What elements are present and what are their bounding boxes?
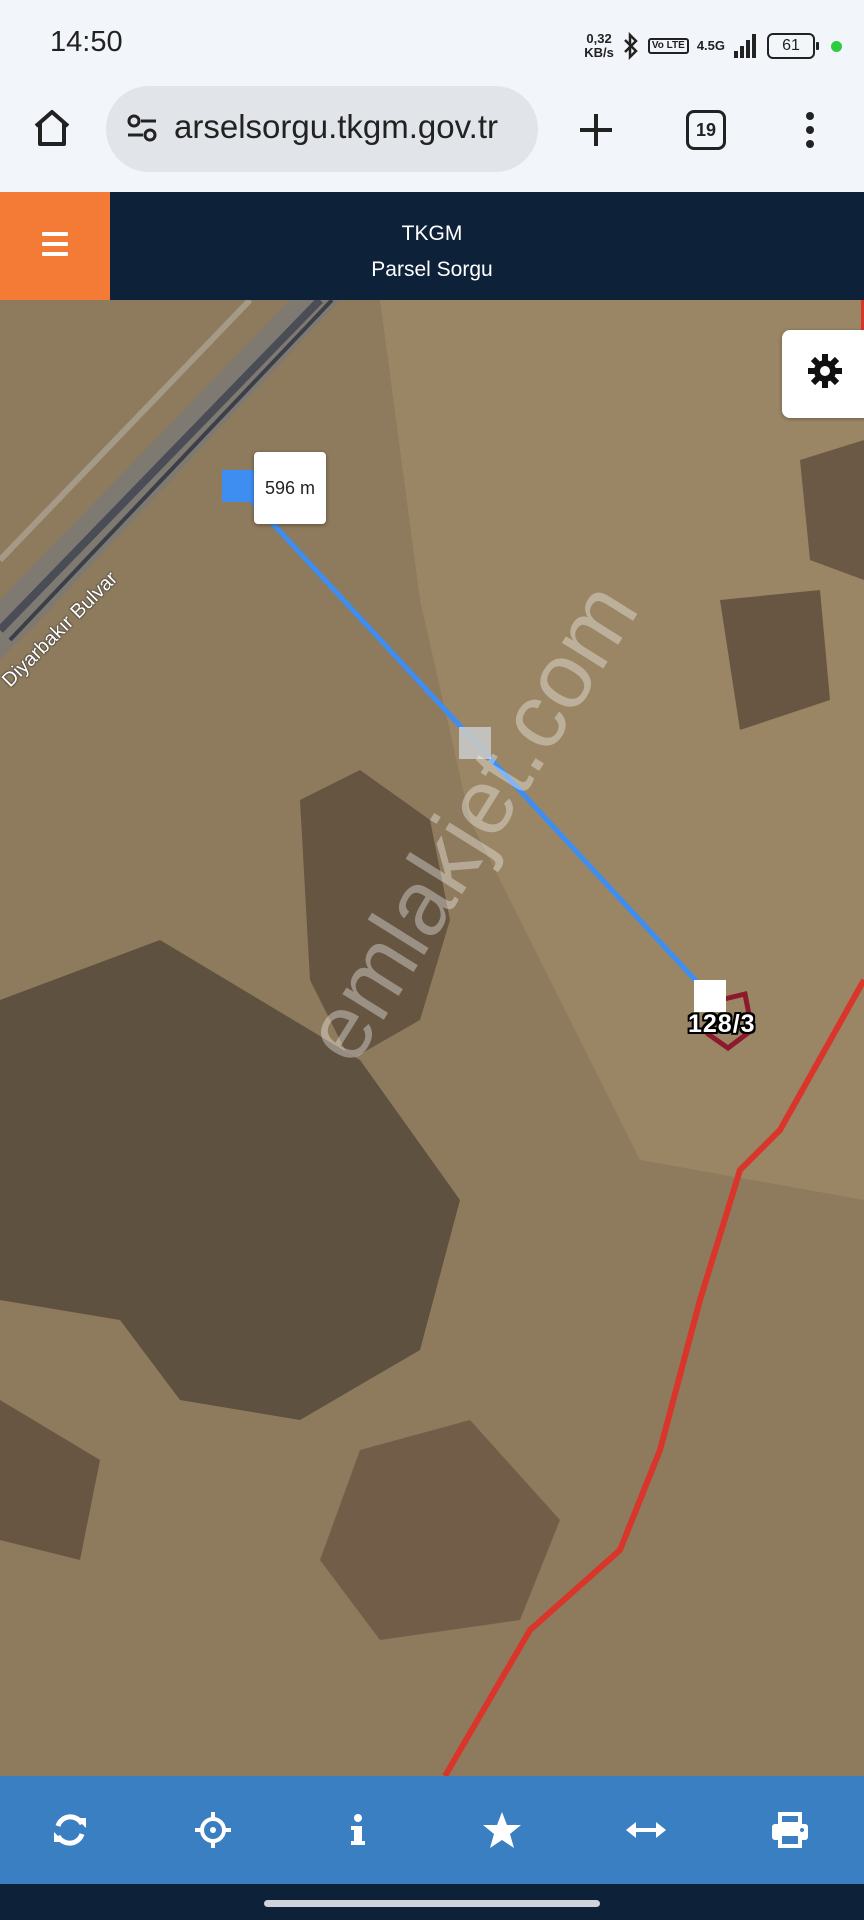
app-title: TKGM — [401, 222, 463, 245]
hamburger-menu-button[interactable] — [0, 192, 110, 300]
settings-button[interactable] — [782, 330, 864, 418]
volte-badge: Vo LTE — [647, 38, 689, 54]
gear-icon — [808, 354, 842, 388]
plus-icon[interactable] — [574, 108, 618, 152]
measure-start-handle[interactable] — [222, 470, 254, 502]
tune-icon[interactable] — [124, 110, 160, 146]
signal-icon — [734, 34, 756, 58]
status-icons: 0,32 KB/s Vo LTE 4.5G 61 — [584, 26, 842, 66]
print-button[interactable] — [766, 1806, 814, 1854]
parcel-label[interactable]: 128/3 — [688, 1010, 756, 1039]
star-icon — [483, 1812, 521, 1848]
crosshair-icon — [195, 1812, 231, 1848]
network-type: 4.5G — [696, 38, 725, 53]
info-icon — [351, 1814, 365, 1845]
home-icon[interactable] — [30, 106, 74, 150]
tabs-button[interactable]: 19 — [686, 110, 726, 150]
satellite-map[interactable]: emlakjet.com Diyarbakır Bulvar 596 m 128… — [0, 300, 864, 1776]
bluetooth-icon — [623, 32, 638, 60]
more-vert-icon[interactable] — [800, 108, 820, 152]
arrows-horizontal-icon — [626, 1822, 666, 1838]
system-navigation — [0, 1884, 864, 1920]
app-subtitle: Parsel Sorgu — [371, 258, 493, 281]
locate-button[interactable] — [189, 1806, 237, 1854]
app-header: TKGM Parsel Sorgu — [0, 192, 864, 300]
info-button[interactable] — [334, 1806, 382, 1854]
status-bar: 14:50 0,32 KB/s Vo LTE 4.5G 61 — [0, 0, 864, 86]
favorite-button[interactable] — [478, 1806, 526, 1854]
measurement-label: 596 m — [254, 452, 326, 524]
print-icon — [772, 1812, 808, 1848]
battery-indicator: 61 — [767, 33, 819, 59]
refresh-icon — [54, 1814, 86, 1846]
status-time: 14:50 — [50, 26, 123, 58]
bottom-toolbar — [0, 1776, 864, 1884]
browser-toolbar: arselsorgu.tkgm.gov.tr 19 — [0, 86, 864, 192]
privacy-indicator-dot — [831, 40, 842, 52]
measure-button[interactable] — [622, 1806, 670, 1854]
url-text[interactable]: arselsorgu.tkgm.gov.tr — [174, 108, 524, 146]
network-speed: 0,32 KB/s — [584, 31, 614, 60]
refresh-button[interactable] — [46, 1806, 94, 1854]
gesture-handle[interactable] — [264, 1900, 600, 1907]
address-bar[interactable]: arselsorgu.tkgm.gov.tr — [106, 86, 538, 172]
measure-end-handle[interactable] — [694, 980, 726, 1012]
